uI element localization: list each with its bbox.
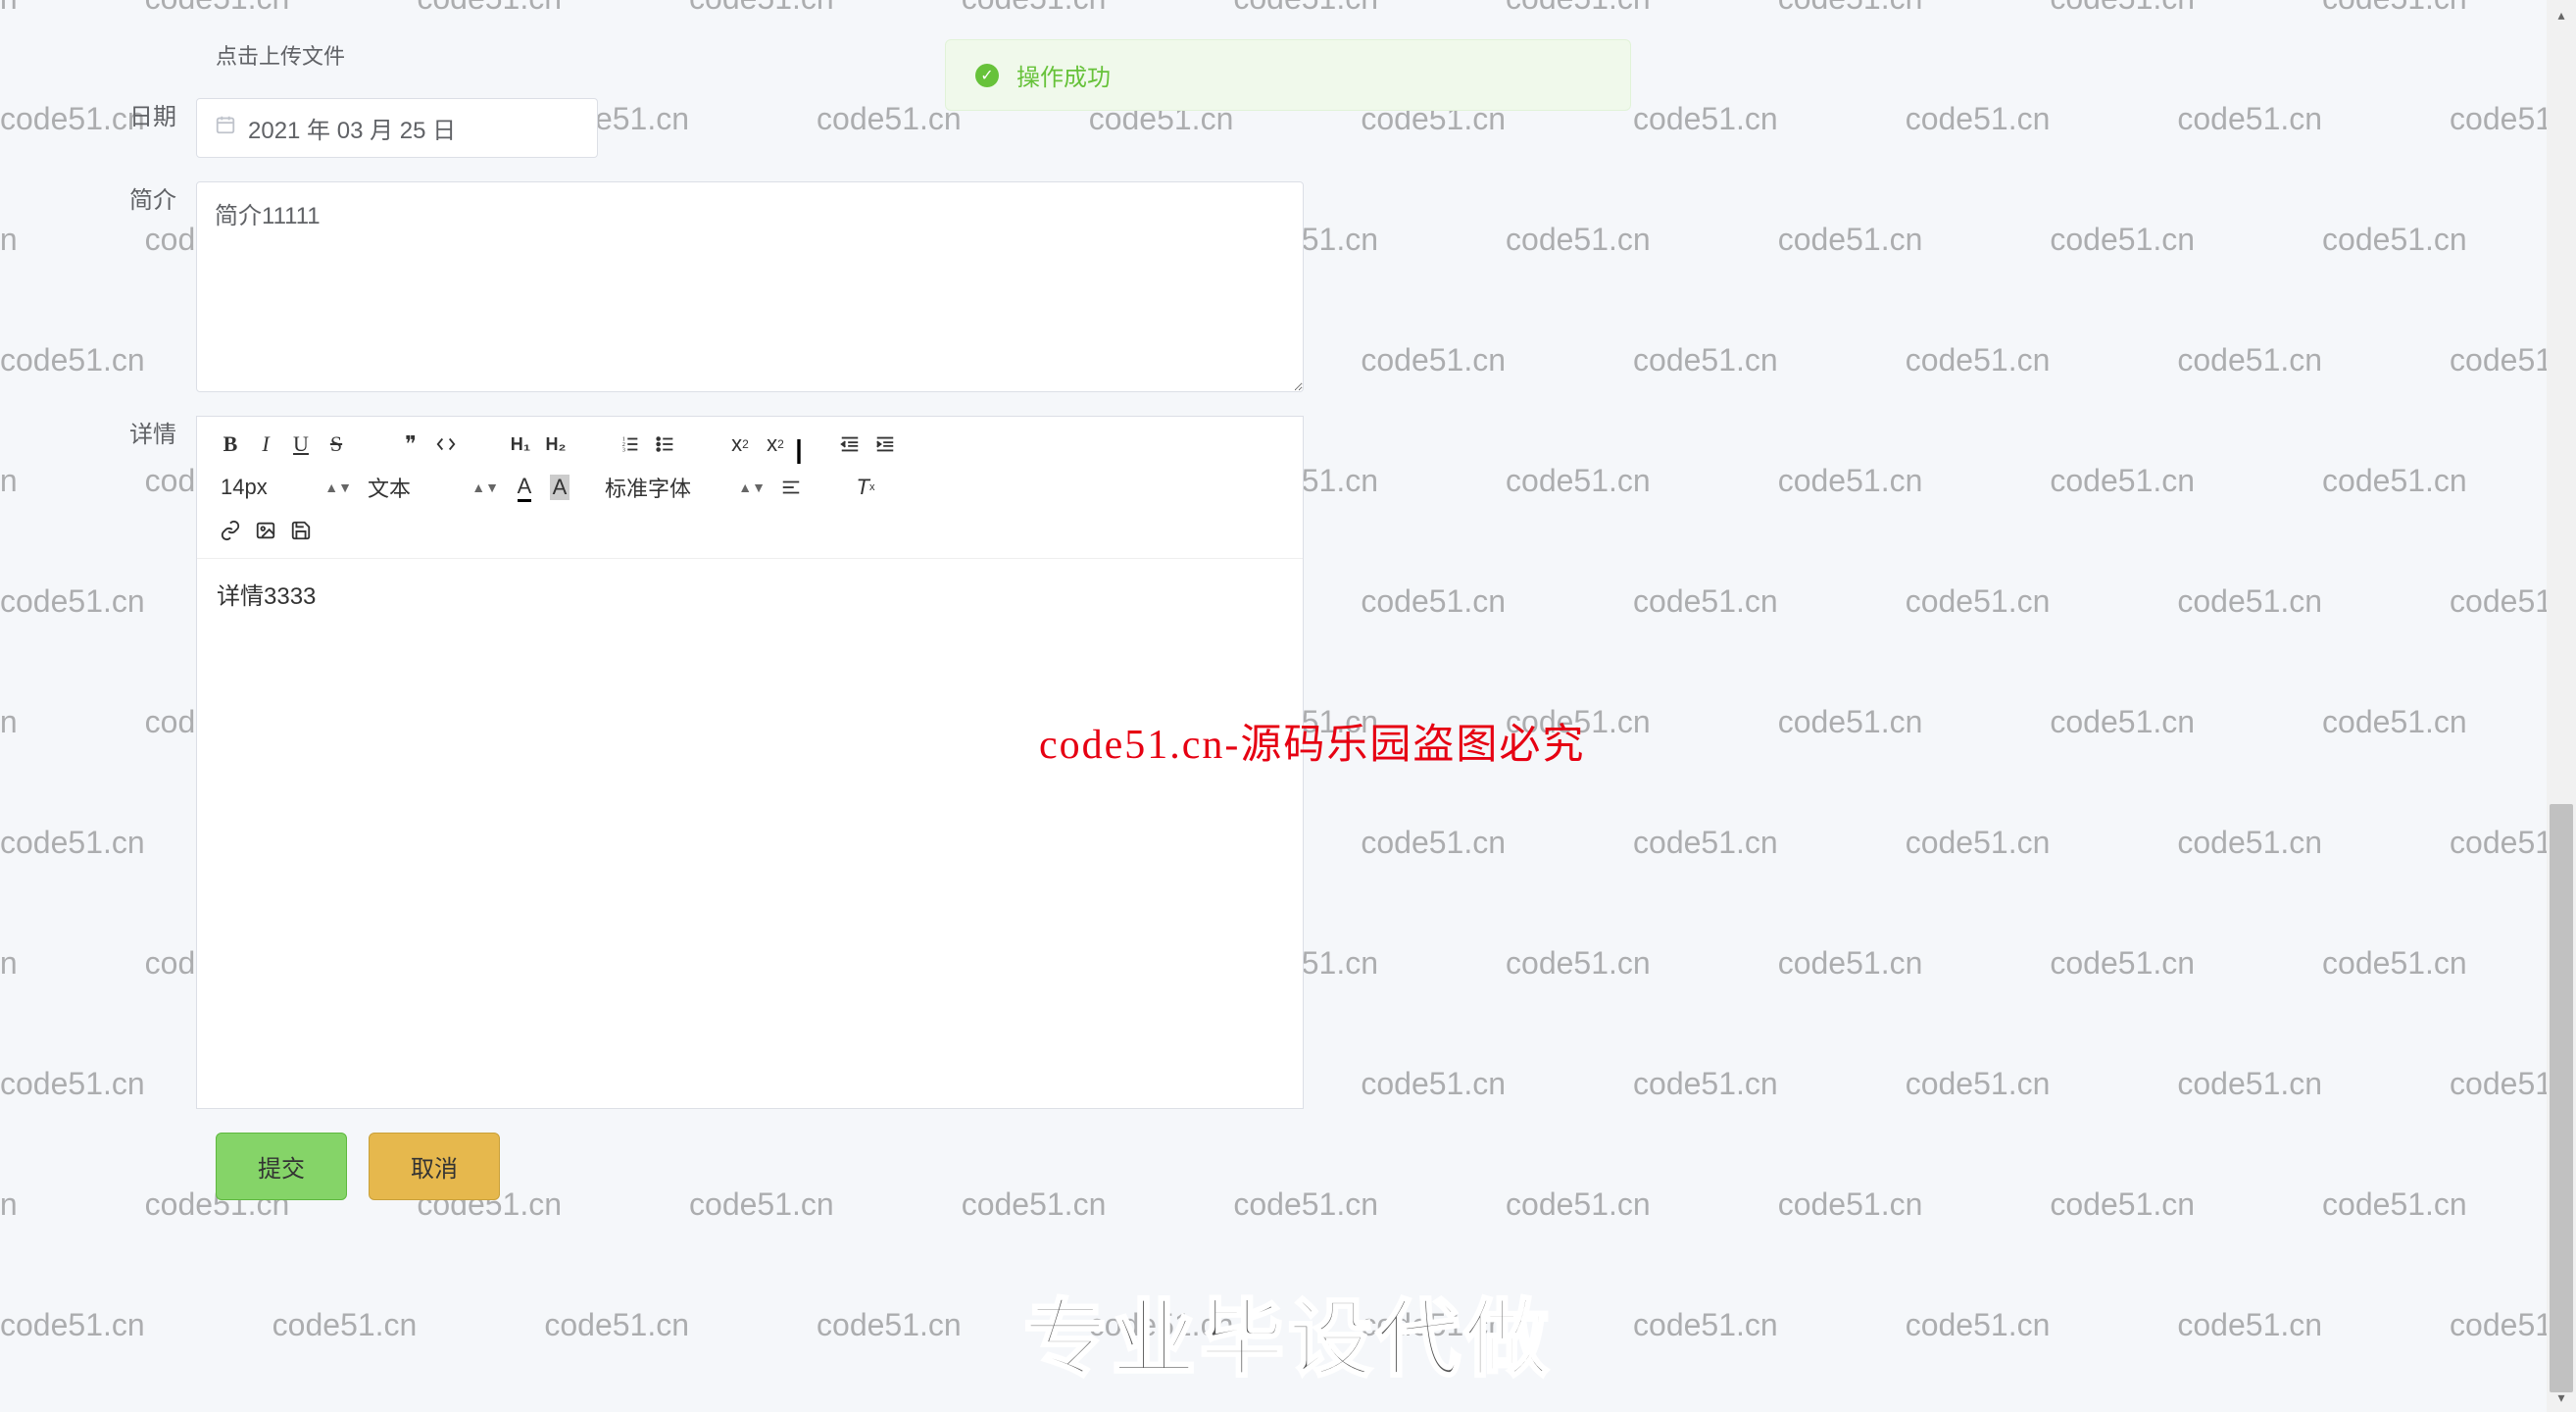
intro-textarea[interactable] (196, 181, 1304, 392)
scroll-up-icon[interactable]: ▴ (2547, 0, 2576, 29)
cancel-button[interactable]: 取消 (369, 1133, 500, 1200)
subscript-button[interactable]: x2 (722, 427, 758, 462)
chevron-updown-icon: ▲▼ (738, 479, 766, 495)
chevron-updown-icon: ▲▼ (471, 479, 499, 495)
align-button[interactable] (773, 470, 809, 505)
date-label: 日期 (118, 98, 196, 137)
editor-content[interactable]: 详情3333 (197, 559, 1303, 1108)
text-cursor-icon: I (794, 431, 804, 473)
scrollbar[interactable]: ▴ ▾ (2547, 0, 2576, 1412)
italic-button[interactable]: I (248, 427, 283, 462)
h1-button[interactable]: H₁ (503, 427, 538, 462)
block-type-select[interactable]: 文本▲▼ (360, 468, 507, 507)
strike-button[interactable]: S (319, 427, 354, 462)
underline-button[interactable]: U (283, 427, 319, 462)
indent-button[interactable] (867, 427, 903, 462)
detail-label: 详情 (118, 416, 196, 455)
scroll-thumb[interactable] (2550, 804, 2573, 1392)
intro-label: 简介 (118, 181, 196, 221)
date-input[interactable]: 2021 年 03 月 25 日 (196, 98, 598, 158)
highlight-color-button[interactable]: A (542, 470, 577, 505)
image-button[interactable] (248, 513, 283, 548)
h2-button[interactable]: H₂ (538, 427, 573, 462)
toast-success: ✓ 操作成功 (945, 39, 1631, 111)
date-value: 2021 年 03 月 25 日 (248, 111, 456, 145)
unordered-list-button[interactable] (648, 427, 683, 462)
ordered-list-button[interactable]: 123 (613, 427, 648, 462)
bold-button[interactable]: B (213, 427, 248, 462)
check-circle-icon: ✓ (975, 64, 999, 87)
text-color-button[interactable]: A (507, 470, 542, 505)
link-button[interactable] (213, 513, 248, 548)
calendar-icon (215, 114, 236, 142)
editor-toolbar: B I U S ❞ H₁ H₂ 123 (197, 417, 1303, 559)
toast-text: 操作成功 (1016, 58, 1111, 92)
scroll-down-icon[interactable]: ▾ (2547, 1383, 2576, 1412)
font-family-select[interactable]: 标准字体▲▼ (597, 468, 773, 507)
svg-text:3: 3 (622, 446, 625, 453)
font-size-select[interactable]: 14px▲▼ (213, 471, 360, 504)
bottom-caption: 专业毕设代做 (1023, 1270, 1553, 1392)
blockquote-button[interactable]: ❞ (393, 427, 428, 462)
clear-format-button[interactable]: Tx (848, 470, 883, 505)
chevron-updown-icon: ▲▼ (324, 479, 352, 495)
superscript-button[interactable]: x2 (758, 427, 793, 462)
outdent-button[interactable] (832, 427, 867, 462)
submit-button[interactable]: 提交 (216, 1133, 347, 1200)
save-button[interactable] (283, 513, 319, 548)
rich-editor: B I U S ❞ H₁ H₂ 123 (196, 416, 1304, 1109)
code-block-button[interactable] (428, 427, 464, 462)
